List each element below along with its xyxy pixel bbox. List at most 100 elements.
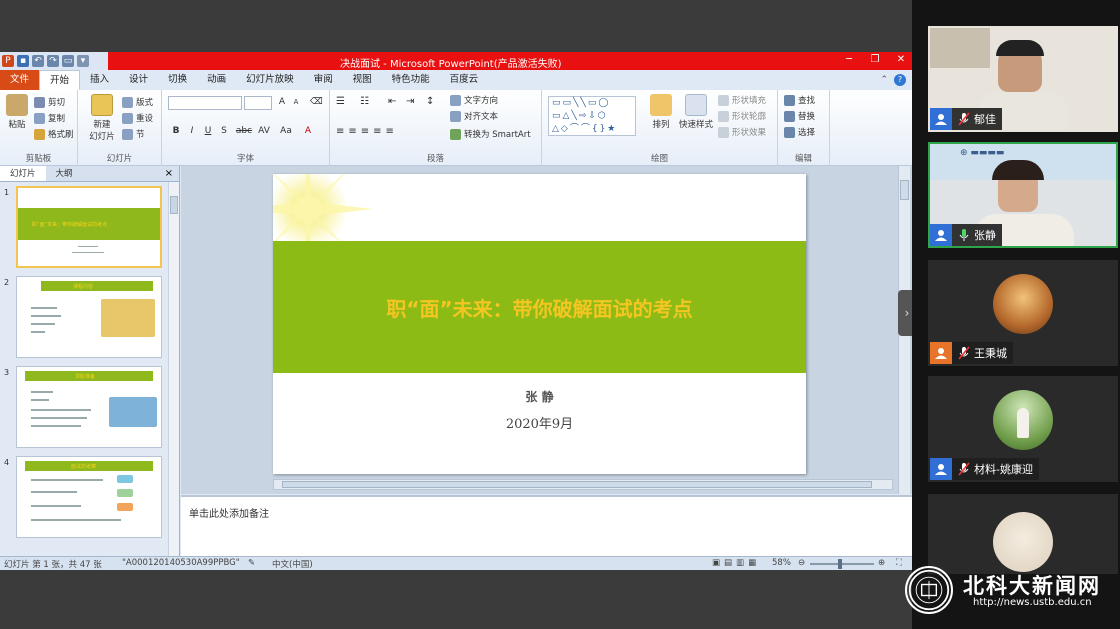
participant-avatar-image	[993, 512, 1053, 572]
mic-muted-icon[interactable]	[958, 346, 970, 360]
fit-window-icon[interactable]: ⛶	[896, 558, 902, 568]
notes-pane[interactable]: 单击此处添加备注	[181, 495, 912, 556]
participant-tile[interactable]: 郁佳	[928, 26, 1118, 132]
zoom-slider-thumb[interactable]	[838, 559, 842, 569]
change-case-button[interactable]: Aa	[278, 126, 294, 136]
paste-button[interactable]: 粘贴	[2, 94, 32, 130]
select-button[interactable]: 选择	[784, 126, 815, 138]
tab-outline[interactable]: 大纲	[46, 166, 83, 181]
zoom-level[interactable]: 58%	[772, 558, 791, 568]
customize-qat-icon[interactable]: ▾	[77, 55, 89, 67]
scrollbar-thumb[interactable]	[282, 481, 872, 488]
slide-thumbnail-4[interactable]: 4 面试的考察	[0, 456, 168, 540]
horizontal-scrollbar[interactable]	[273, 479, 893, 490]
smartart-button[interactable]: 转换为 SmartArt	[450, 128, 531, 140]
quick-styles-button[interactable]: 快速样式	[678, 94, 714, 130]
tab-transitions[interactable]: 切换	[158, 70, 197, 90]
arrange-button[interactable]: 排列	[646, 94, 676, 130]
smartart-label: 转换为 SmartArt	[464, 130, 531, 140]
mic-active-icon[interactable]	[958, 228, 970, 242]
clear-format-icon[interactable]: ⌫	[310, 97, 323, 107]
close-panel-icon[interactable]: ×	[159, 166, 179, 181]
slide-thumbnail-3[interactable]: 3 求职准备	[0, 366, 168, 450]
tab-home[interactable]: 开始	[39, 70, 81, 90]
align-text-button[interactable]: 对齐文本	[450, 110, 498, 122]
format-painter-button[interactable]: 格式刷	[34, 128, 74, 140]
tab-insert[interactable]: 插入	[80, 70, 119, 90]
restore-icon[interactable]: ❐	[868, 53, 882, 67]
shape-effects-button[interactable]: 形状效果	[718, 126, 766, 138]
redo-icon[interactable]: ↷	[47, 55, 59, 67]
grow-font-button[interactable]: A	[276, 97, 288, 107]
participant-tile[interactable]: 王秉城	[928, 260, 1118, 366]
underline-button[interactable]: U	[202, 126, 214, 136]
tab-view[interactable]: 视图	[343, 70, 382, 90]
slide-panel-scrollbar[interactable]	[168, 182, 179, 556]
scrollbar-thumb[interactable]	[170, 196, 178, 214]
slide-author[interactable]: 张 静	[273, 388, 806, 405]
reset-button[interactable]: 重设	[122, 112, 153, 124]
text-direction-button[interactable]: 文字方向	[450, 94, 498, 106]
increase-indent-button[interactable]: ⇥	[406, 96, 414, 107]
help-icon[interactable]: ?	[894, 74, 906, 86]
tab-slideshow[interactable]: 幻灯片放映	[236, 70, 304, 90]
tab-baidu-cloud[interactable]: 百度云	[440, 70, 489, 90]
cut-button[interactable]: 剪切	[34, 96, 65, 108]
view-buttons[interactable]: ▣▤▥▦	[712, 558, 760, 568]
mic-muted-icon[interactable]	[958, 112, 970, 126]
bold-button[interactable]: B	[170, 126, 182, 136]
bullets-button[interactable]: ☰	[336, 96, 345, 107]
tab-review[interactable]: 审阅	[304, 70, 343, 90]
strikethrough-button[interactable]: abc	[234, 126, 254, 136]
slide-title[interactable]: 职“面”未来：带你破解面试的考点	[273, 293, 806, 322]
strike-button[interactable]: S	[218, 126, 230, 136]
italic-button[interactable]: I	[186, 126, 198, 136]
close-icon[interactable]: ✕	[894, 53, 908, 67]
shrink-font-button[interactable]: A	[290, 98, 302, 106]
tab-slides[interactable]: 幻灯片	[0, 166, 46, 181]
find-icon	[784, 94, 795, 106]
replace-button[interactable]: 替换	[784, 110, 815, 122]
current-slide[interactable]: 职“面”未来：带你破解面试的考点 张 静 2020年9月	[273, 174, 806, 474]
alignment-buttons[interactable]: ≡≡≡≡≡	[336, 126, 398, 137]
zoom-slider[interactable]	[810, 559, 874, 569]
numbering-button[interactable]: ☷	[360, 96, 369, 107]
spellcheck-icon[interactable]: ✎	[248, 558, 255, 568]
shape-outline-button[interactable]: 形状轮廓	[718, 110, 766, 122]
copy-button[interactable]: 复制	[34, 112, 65, 124]
slideshow-icon[interactable]: ▭	[62, 55, 74, 67]
tab-features[interactable]: 特色功能	[382, 70, 440, 90]
tab-animations[interactable]: 动画	[197, 70, 236, 90]
tab-file[interactable]: 文件	[0, 70, 40, 90]
char-spacing-button[interactable]: AV	[256, 126, 272, 136]
font-name-select[interactable]	[168, 96, 242, 110]
participant-tile[interactable]: 材料-姚康迎	[928, 376, 1118, 482]
collapse-ribbon-icon[interactable]: ⌃	[880, 75, 888, 85]
new-slide-button[interactable]: 新建 幻灯片	[84, 94, 120, 142]
slide-date[interactable]: 2020年9月	[273, 413, 806, 432]
layout-button[interactable]: 版式	[122, 96, 153, 108]
participant-tile[interactable]: ⊕ ▬▬▬▬ 张静	[928, 142, 1118, 248]
scrollbar-thumb[interactable]	[900, 180, 909, 200]
slide-thumbnail-2[interactable]: 2 课程内容	[0, 276, 168, 360]
font-size-select[interactable]	[244, 96, 272, 110]
participant-tile[interactable]	[928, 494, 1118, 574]
tab-design[interactable]: 设计	[119, 70, 158, 90]
undo-icon[interactable]: ↶	[32, 55, 44, 67]
slide-thumbnail-1[interactable]: 1 职“面”未来：带你破解面试的考点	[0, 186, 168, 270]
language-status[interactable]: 中文(中国)	[272, 558, 313, 570]
line-spacing-button[interactable]: ↕	[426, 96, 434, 107]
save-icon[interactable]: ▪	[17, 55, 29, 67]
find-button[interactable]: 查找	[784, 94, 815, 106]
notes-placeholder[interactable]: 单击此处添加备注	[189, 505, 269, 520]
minimize-icon[interactable]: ─	[842, 53, 856, 67]
zoom-out-icon[interactable]: ⊖	[798, 558, 805, 568]
shapes-gallery[interactable]: ▭▭╲╲▭◯ ▭△╲⇨⇩⬡ △◇⌒⌒{}★	[548, 96, 636, 136]
slides-group-label: 幻灯片	[106, 154, 133, 164]
section-button[interactable]: 节	[122, 128, 145, 140]
font-color-button[interactable]: A	[302, 126, 314, 136]
decrease-indent-button[interactable]: ⇤	[388, 96, 396, 107]
zoom-in-icon[interactable]: ⊕	[878, 558, 885, 568]
shape-fill-button[interactable]: 形状填充	[718, 94, 766, 106]
mic-muted-icon[interactable]	[958, 462, 970, 476]
